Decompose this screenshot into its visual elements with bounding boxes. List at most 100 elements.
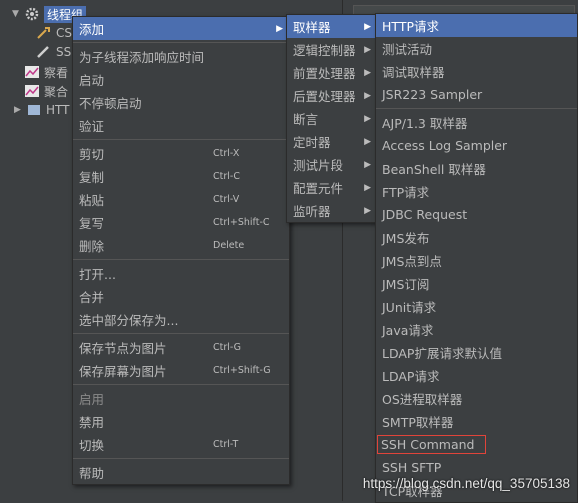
test-plan-tree: ▼ 线程组 CS SS 察看 聚合 ▶ HTT — [0, 0, 87, 501]
menu-item-帮助[interactable]: 帮助 — [73, 461, 289, 484]
shortcut-label: Ctrl+Shift-C — [213, 217, 270, 228]
submenu-arrow-icon: ▶ — [364, 67, 371, 78]
menu-item-取样器[interactable]: 取样器 ▶ — [287, 15, 377, 38]
menu-item-剪切[interactable]: 剪切 Ctrl-X — [73, 142, 289, 165]
menu-item-label: 剪切 — [79, 147, 105, 162]
submenu-arrow-icon: ▶ — [364, 136, 371, 147]
menu-item-label: LDAP请求 — [382, 369, 440, 384]
collapsed-arrow-icon[interactable]: ▶ — [14, 105, 24, 115]
menu-item-切换[interactable]: 切换 Ctrl-T — [73, 433, 289, 456]
expand-arrow-icon[interactable]: ▼ — [12, 9, 22, 19]
menu-item-复制[interactable]: 复制 Ctrl-C — [73, 165, 289, 188]
menu-item-ldap请求[interactable]: LDAP请求 — [376, 364, 577, 387]
menu-item-ldap扩展请求默认值[interactable]: LDAP扩展请求默认值 — [376, 341, 577, 364]
menu-item-粘贴[interactable]: 粘贴 Ctrl-V — [73, 188, 289, 211]
menu-item-label: 测试活动 — [382, 42, 433, 57]
menu-item-监听器[interactable]: 监听器 ▶ — [287, 199, 377, 222]
menu-item-label: 为子线程添加响应时间 — [79, 50, 205, 65]
http-defaults-icon — [26, 103, 42, 117]
menu-item-smtp取样器[interactable]: SMTP取样器 — [376, 410, 577, 433]
menu-item-逻辑控制器[interactable]: 逻辑控制器 ▶ — [287, 38, 377, 61]
menu-item-配置元件[interactable]: 配置元件 ▶ — [287, 176, 377, 199]
menu-item-ssh-command[interactable]: SSH Command — [376, 433, 577, 456]
menu-item-junit请求[interactable]: JUnit请求 — [376, 295, 577, 318]
menu-item-label: Access Log Sampler — [382, 138, 508, 153]
menu-item-禁用[interactable]: 禁用 — [73, 410, 289, 433]
menu-item-jms发布[interactable]: JMS发布 — [376, 226, 577, 249]
menu-item-启用[interactable]: 启用 — [73, 387, 289, 410]
menu-item-label: Java请求 — [382, 323, 434, 338]
menu-item-label: 保存屏幕为图片 — [79, 364, 167, 379]
menu-item-label: 后置处理器 — [293, 89, 356, 104]
menu-item-label: 前置处理器 — [293, 66, 356, 81]
menu-item-定时器[interactable]: 定时器 ▶ — [287, 130, 377, 153]
submenu-arrow-icon: ▶ — [364, 159, 371, 170]
menu-item-label: 切换 — [79, 438, 105, 453]
menu-item-保存屏幕为图片[interactable]: 保存屏幕为图片 Ctrl+Shift-G — [73, 359, 289, 382]
submenu-arrow-icon: ▶ — [276, 23, 283, 34]
menu-item-label: SSH Command — [377, 435, 486, 454]
menu-item-label: JSR223 Sampler — [382, 87, 483, 102]
menu-item-后置处理器[interactable]: 后置处理器 ▶ — [287, 84, 377, 107]
tree-node[interactable]: SS — [36, 43, 71, 61]
menu-item-label: 选中部分保存为... — [79, 313, 179, 328]
submenu-arrow-icon: ▶ — [364, 113, 371, 124]
menu-item-ajp-1-3-取样器[interactable]: AJP/1.3 取样器 — [376, 111, 577, 134]
menu-item-ftp请求[interactable]: FTP请求 — [376, 180, 577, 203]
menu-item-断言[interactable]: 断言 ▶ — [287, 107, 377, 130]
menu-item-http请求[interactable]: HTTP请求 — [376, 14, 577, 37]
menu-item-不停顿启动[interactable]: 不停顿启动 — [73, 91, 289, 114]
menu-item-label: AJP/1.3 取样器 — [382, 116, 468, 131]
menu-item-jsr223-sampler[interactable]: JSR223 Sampler — [376, 83, 577, 106]
menu-item-jms点到点[interactable]: JMS点到点 — [376, 249, 577, 272]
menu-item-os进程取样器[interactable]: OS进程取样器 — [376, 387, 577, 410]
menu-separator — [73, 42, 289, 43]
menu-item-复写[interactable]: 复写 Ctrl+Shift-C — [73, 211, 289, 234]
menu-item-jms订阅[interactable]: JMS订阅 — [376, 272, 577, 295]
menu-item-合并[interactable]: 合并 — [73, 285, 289, 308]
add-submenu: 取样器 ▶ 逻辑控制器 ▶ 前置处理器 ▶ 后置处理器 ▶ 断言 ▶ 定时器 ▶ 测试片段 ▶ 配置元件 ▶ 监… — [286, 14, 378, 223]
menu-item-label: JDBC Request — [382, 207, 468, 222]
menu-item-jdbc-request[interactable]: JDBC Request — [376, 203, 577, 226]
menu-item-选中部分保存为[interactable]: 选中部分保存为... — [73, 308, 289, 331]
menu-item-保存节点为图片[interactable]: 保存节点为图片 Ctrl-G — [73, 336, 289, 359]
menu-item-测试片段[interactable]: 测试片段 ▶ — [287, 153, 377, 176]
shortcut-label: Ctrl-V — [213, 194, 240, 205]
tree-node[interactable]: ▶ HTT — [14, 101, 69, 119]
menu-item-label: 复写 — [79, 216, 105, 231]
menu-item-测试活动[interactable]: 测试活动 — [376, 37, 577, 60]
menu-item-label: 测试片段 — [293, 158, 344, 173]
menu-item-打开[interactable]: 打开... — [73, 262, 289, 285]
menu-item-删除[interactable]: 删除 Delete — [73, 234, 289, 257]
menu-item-调试取样器[interactable]: 调试取样器 — [376, 60, 577, 83]
menu-separator — [376, 108, 577, 109]
menu-item-label: 不停顿启动 — [79, 96, 142, 111]
shortcut-label: Delete — [213, 240, 245, 251]
tree-node-label: 察看 — [44, 65, 69, 80]
tree-node[interactable]: CS — [36, 24, 72, 42]
menu-item-label: JMS发布 — [382, 231, 430, 246]
tree-node-label: HTT — [46, 103, 70, 117]
tree-node[interactable]: 聚合 — [24, 82, 68, 100]
menu-item-验证[interactable]: 验证 — [73, 114, 289, 137]
watermark: https://blog.csdn.net/qq_35705138 — [362, 476, 570, 491]
menu-item-前置处理器[interactable]: 前置处理器 ▶ — [287, 61, 377, 84]
menu-item-java请求[interactable]: Java请求 — [376, 318, 577, 341]
tree-node-label: SS — [56, 45, 72, 59]
menu-item-access-log-sampler[interactable]: Access Log Sampler — [376, 134, 577, 157]
menu-separator — [73, 333, 289, 334]
gear-icon — [24, 7, 40, 21]
tree-node-label: 聚合 — [44, 84, 69, 99]
menu-item-启动[interactable]: 启动 — [73, 68, 289, 91]
menu-item-label: 逻辑控制器 — [293, 43, 356, 58]
menu-item-label: FTP请求 — [382, 185, 430, 200]
tree-node[interactable]: 察看 — [24, 63, 68, 81]
menu-item-添加[interactable]: 添加 ▶ — [73, 17, 289, 40]
menu-item-为子线程添加响应时间[interactable]: 为子线程添加响应时间 — [73, 45, 289, 68]
menu-separator — [73, 259, 289, 260]
submenu-arrow-icon: ▶ — [364, 44, 371, 55]
menu-item-label: 保存节点为图片 — [79, 341, 167, 356]
menu-item-beanshell-取样器[interactable]: BeanShell 取样器 — [376, 157, 577, 180]
menu-separator — [73, 458, 289, 459]
menu-item-label: 添加 — [79, 22, 105, 37]
